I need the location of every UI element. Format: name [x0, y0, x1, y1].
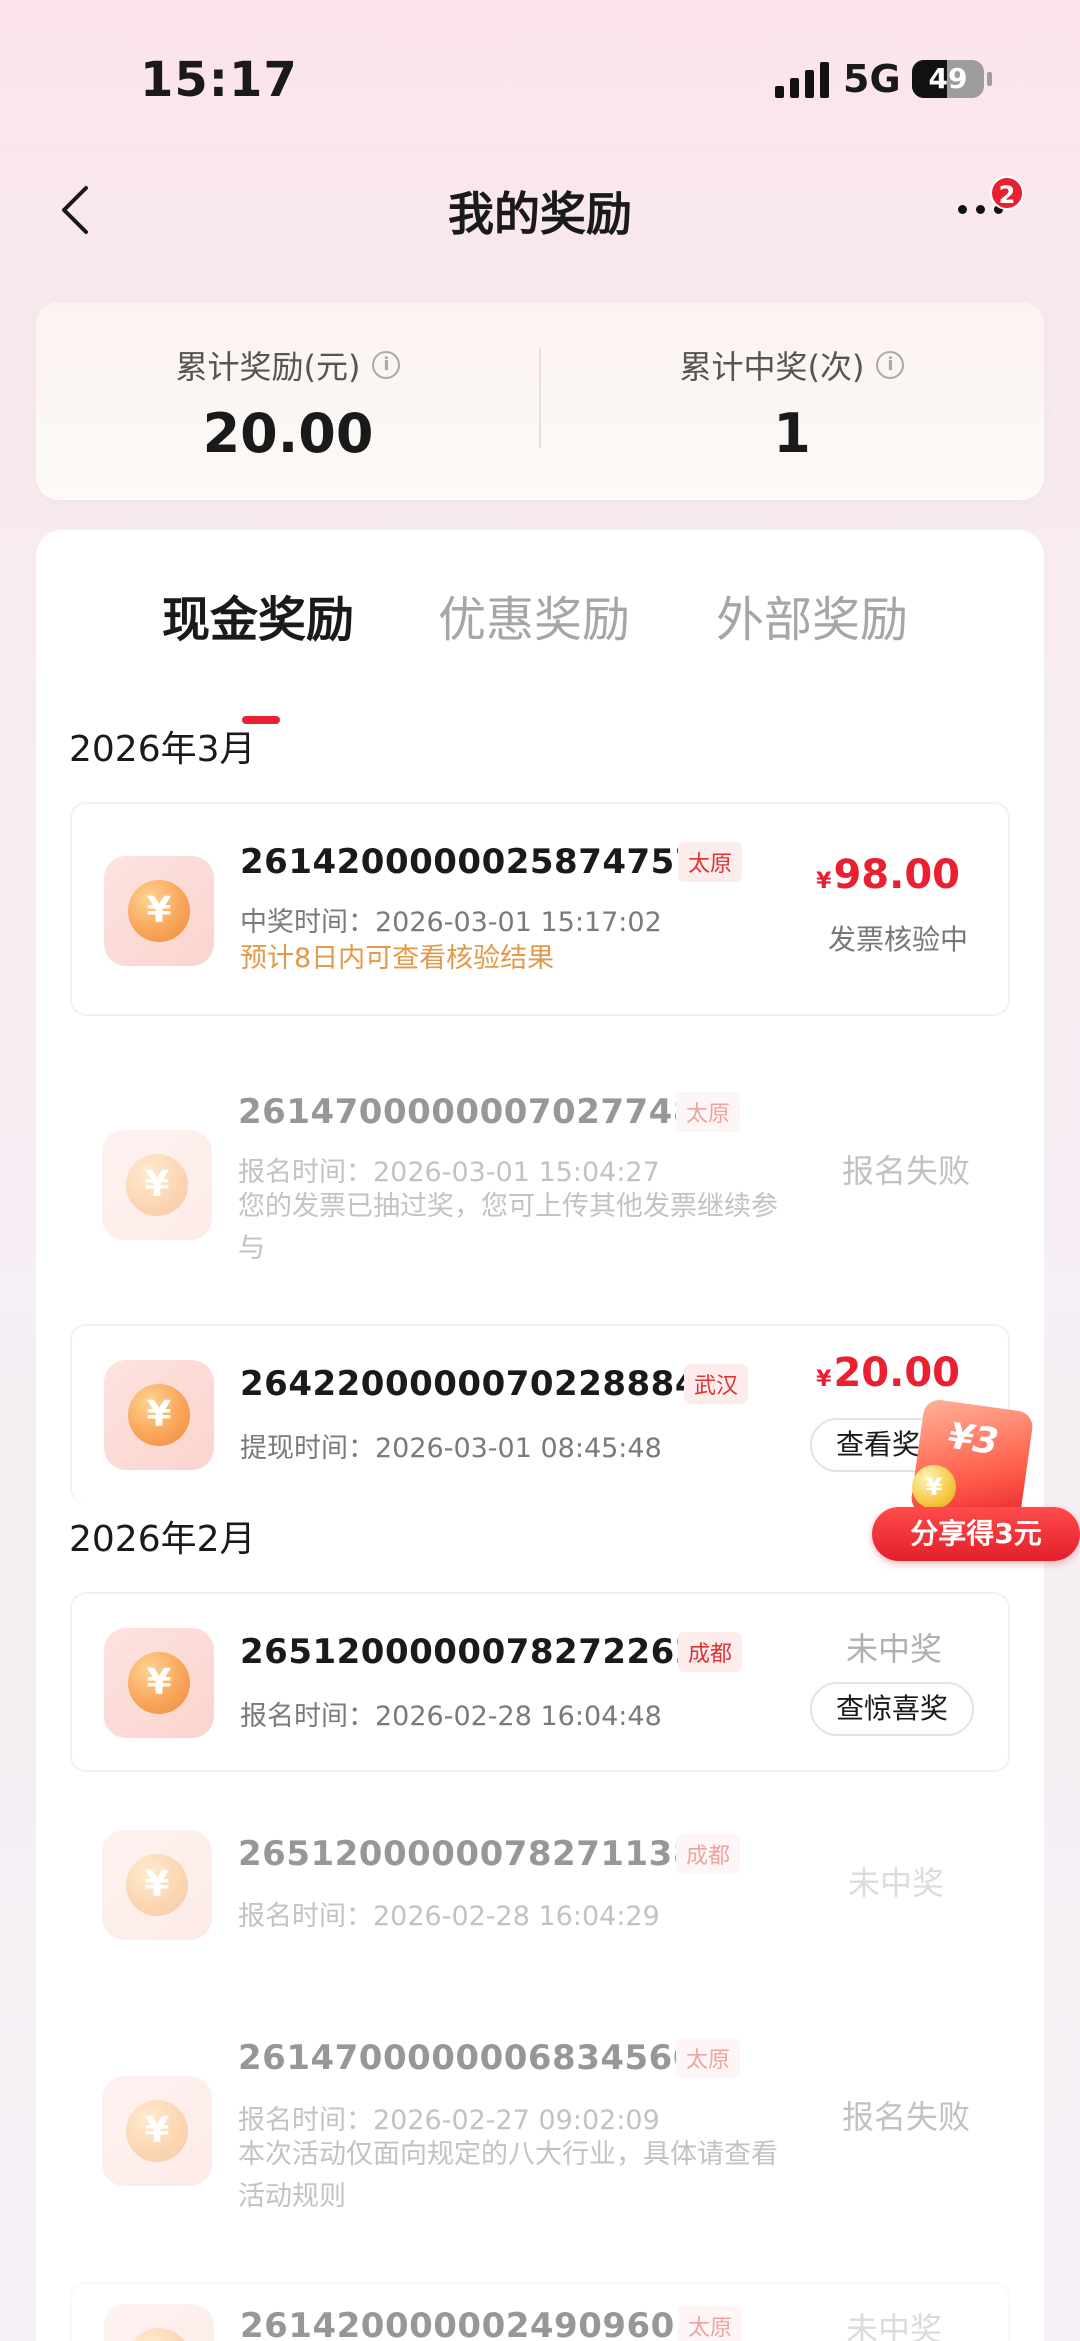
record-status: 未中奖: [845, 1630, 942, 1668]
city-tag: 太原: [678, 842, 743, 882]
share-button[interactable]: 分享得3元: [872, 1507, 1080, 1561]
yen-coin-icon: ¥: [126, 2100, 188, 2162]
status-bar: 15:17 5G 49: [0, 0, 1080, 160]
yen-coin-icon: ¥: [128, 2328, 190, 2341]
list-item[interactable]: ¥ 26147000000068345601 太原 报名时间：2026-02-2…: [70, 1998, 1010, 2258]
yen-coin-icon: ¥: [128, 1652, 190, 1714]
record-note: 本次活动仅面向规定的八大行业，具体请查看活动规则: [238, 2139, 778, 2212]
total-wins-value: 1: [773, 402, 811, 465]
city-tag: 太原: [676, 2038, 741, 2078]
reward-icon: ¥: [102, 1830, 212, 1940]
list-item[interactable]: ¥ 26147000000070277484 太原 报名时间：2026-03-0…: [70, 1050, 1010, 1320]
record-time: 报名时间：2026-02-27 09:02:09: [238, 2105, 660, 2136]
list-item[interactable]: ¥ 26512000000782711386 成都 报名时间：2026-02-2…: [70, 1794, 1010, 1974]
invoice-number: 26142000000249096011: [240, 2306, 724, 2341]
tab-discount-rewards[interactable]: 优惠奖励: [438, 580, 630, 650]
total-reward: 累计奖励(元) i 20.00: [36, 342, 540, 465]
gold-coin-icon: ¥: [912, 1465, 956, 1509]
record-status: 未中奖: [847, 1864, 944, 1902]
list-item[interactable]: ¥ 26142000000249096011 太原 未中奖: [70, 2282, 1010, 2341]
tab-external-rewards[interactable]: 外部奖励: [716, 580, 908, 650]
check-surprise-button[interactable]: 查惊喜奖: [809, 1682, 974, 1736]
city-tag: 武汉: [684, 1364, 749, 1404]
nav-bar: 我的奖励 2: [0, 160, 1080, 260]
more-button[interactable]: 2: [948, 176, 1024, 240]
list-item[interactable]: ¥ 26512000000782722621 成都 报名时间：2026-02-2…: [70, 1592, 1010, 1772]
share-promo[interactable]: ¥3 ¥ 分享得3元: [872, 1397, 1080, 1565]
total-wins: 累计中奖(次) i 1: [540, 342, 1044, 465]
reward-icon: ¥: [102, 1130, 212, 1240]
record-status: 报名失败: [841, 2098, 970, 2136]
city-tag: 成都: [676, 1834, 741, 1874]
yen-coin-icon: ¥: [128, 1384, 190, 1446]
yen-coin-icon: ¥: [126, 1154, 188, 1216]
record-note: 您的发票已抽过奖，您可上传其他发票继续参与: [238, 1191, 778, 1264]
record-time: 报名时间：2026-02-28 16:04:29: [238, 1901, 660, 1932]
invoice-number: 26512000000782711386: [238, 1834, 722, 1874]
record-status: 报名失败: [841, 1152, 970, 1190]
battery-cap: [987, 72, 992, 86]
record-status: 发票核验中: [827, 923, 968, 956]
status-time: 15:17: [140, 52, 298, 108]
reward-icon: ¥: [104, 2304, 214, 2341]
record-time: 提现时间：2026-03-01 08:45:48: [240, 1433, 662, 1464]
invoice-number: 26142000000258747571: [240, 842, 724, 882]
list-item[interactable]: ¥ 26142000000258747571 太原 中奖时间：2026-03-0…: [70, 802, 1010, 1016]
month-header: 2026年2月: [69, 1519, 256, 1560]
list-item[interactable]: ¥ 26422000000702288841 武汉 提现时间：2026-03-0…: [70, 1324, 1010, 1504]
yen-coin-icon: ¥: [128, 880, 190, 942]
battery-level: 49: [928, 62, 968, 95]
reward-tabs: 现金奖励 优惠奖励 外部奖励: [36, 580, 1044, 724]
city-tag: 成都: [678, 1632, 743, 1672]
notification-badge: 2: [990, 176, 1024, 210]
record-time: 报名时间：2026-03-01 15:04:27: [238, 1157, 660, 1188]
info-icon[interactable]: i: [372, 351, 401, 379]
invoice-number: 26422000000702288841: [240, 1364, 724, 1404]
city-tag: 太原: [676, 1092, 741, 1132]
reward-icon: ¥: [104, 1360, 214, 1470]
reward-icon: ¥: [102, 2076, 212, 2186]
month-header: 2026年3月: [69, 729, 256, 770]
total-reward-label: 累计奖励(元): [175, 348, 361, 386]
reward-icon: ¥: [104, 1628, 214, 1738]
total-wins-label: 累计中奖(次): [679, 348, 865, 386]
info-icon[interactable]: i: [876, 351, 905, 379]
network-type: 5G: [843, 57, 901, 101]
record-status: 未中奖: [845, 2310, 942, 2341]
reward-amount: ¥98.00: [816, 852, 960, 898]
invoice-number: 26147000000070277484: [238, 1092, 722, 1132]
summary-card: 累计奖励(元) i 20.00 累计中奖(次) i 1: [36, 302, 1044, 500]
page-title: 我的奖励: [448, 187, 632, 241]
battery-icon: 49: [912, 60, 984, 98]
yen-coin-icon: ¥: [126, 1854, 188, 1916]
invoice-number: 26512000000782722621: [240, 1632, 724, 1672]
promo-badge: ¥3: [945, 1415, 1001, 1464]
tab-cash-rewards[interactable]: 现金奖励: [162, 580, 354, 650]
invoice-number: 26147000000068345601: [238, 2038, 722, 2078]
total-reward-value: 20.00: [202, 402, 374, 465]
city-tag: 太原: [678, 2306, 743, 2341]
signal-icon: [775, 62, 829, 98]
record-time: 中奖时间：2026-03-01 15:17:02: [240, 907, 662, 938]
record-note: 预计8日内可查看核验结果: [240, 943, 555, 974]
record-time: 报名时间：2026-02-28 16:04:48: [240, 1701, 662, 1732]
reward-icon: ¥: [104, 856, 214, 966]
reward-amount: ¥20.00: [816, 1350, 960, 1396]
